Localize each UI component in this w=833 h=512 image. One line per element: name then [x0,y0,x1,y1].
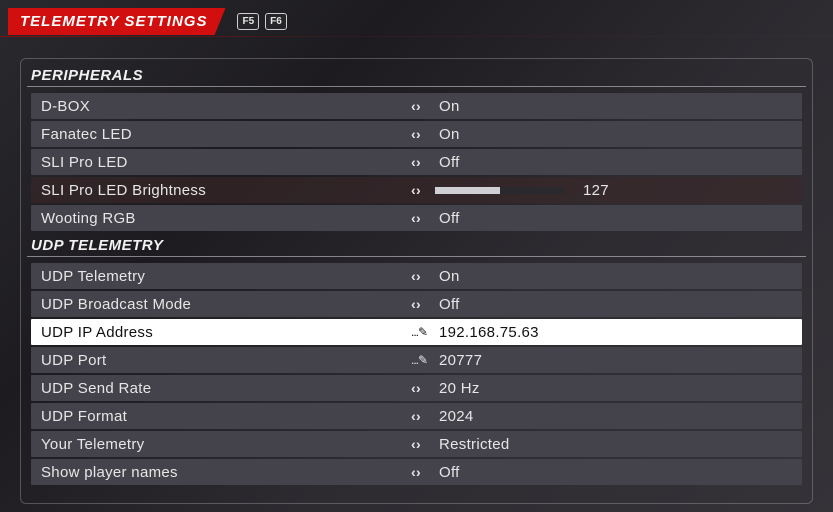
row-value: On [435,98,792,115]
row-value: Restricted [435,436,792,453]
header-keys: F5 F6 [237,13,286,30]
row-label: UDP IP Address [41,324,411,341]
row-value: On [435,126,792,143]
arrows-icon[interactable]: ‹› [411,380,435,396]
arrows-icon[interactable]: ‹› [411,408,435,424]
row-value: On [435,268,792,285]
row-sli-pro-brightness[interactable]: SLI Pro LED Brightness ‹› 127 [31,177,802,203]
row-udp-port[interactable]: UDP Port ...✎ 20777 [31,347,802,373]
row-label: SLI Pro LED Brightness [41,182,411,199]
row-label: Show player names [41,464,411,481]
section-title-peripherals: PERIPHERALS [27,67,806,87]
arrows-icon[interactable]: ‹› [411,126,435,142]
arrows-icon[interactable]: ‹› [411,182,435,198]
arrows-icon[interactable]: ‹› [411,268,435,284]
section-title-udp: UDP TELEMETRY [27,237,806,257]
row-udp-ip[interactable]: UDP IP Address ...✎ 192.168.75.63 [31,319,802,345]
row-sli-pro-led[interactable]: SLI Pro LED ‹› Off [31,149,802,175]
row-udp-format[interactable]: UDP Format ‹› 2024 [31,403,802,429]
row-label: UDP Send Rate [41,380,411,397]
row-label: D-BOX [41,98,411,115]
arrows-icon[interactable]: ‹› [411,210,435,226]
row-udp-telemetry[interactable]: UDP Telemetry ‹› On [31,263,802,289]
row-label: Fanatec LED [41,126,411,143]
slider-fill [435,187,500,194]
row-value: 2024 [435,408,792,425]
row-udp-send-rate[interactable]: UDP Send Rate ‹› 20 Hz [31,375,802,401]
slider-wrap: 127 [435,182,792,199]
row-value: 192.168.75.63 [435,324,792,341]
brightness-slider[interactable] [435,187,565,194]
row-dbox[interactable]: D-BOX ‹› On [31,93,802,119]
arrows-icon[interactable]: ‹› [411,154,435,170]
page-title: TELEMETRY SETTINGS [8,8,225,35]
row-label: UDP Format [41,408,411,425]
header-bar: TELEMETRY SETTINGS F5 F6 [8,8,287,35]
arrows-icon[interactable]: ‹› [411,436,435,452]
row-value: Off [435,464,792,481]
row-value: Off [435,210,792,227]
key-f6[interactable]: F6 [265,13,287,30]
row-label: Wooting RGB [41,210,411,227]
settings-panel: PERIPHERALS D-BOX ‹› On Fanatec LED ‹› O… [20,58,813,504]
row-label: UDP Broadcast Mode [41,296,411,313]
arrows-icon[interactable]: ‹› [411,98,435,114]
arrows-icon[interactable]: ‹› [411,296,435,312]
arrows-icon[interactable]: ‹› [411,464,435,480]
row-fanatec-led[interactable]: Fanatec LED ‹› On [31,121,802,147]
row-your-telemetry[interactable]: Your Telemetry ‹› Restricted [31,431,802,457]
row-value: Off [435,296,792,313]
row-value: 20 Hz [435,380,792,397]
key-f5[interactable]: F5 [237,13,259,30]
row-label: SLI Pro LED [41,154,411,171]
row-label: UDP Telemetry [41,268,411,285]
edit-icon[interactable]: ...✎ [411,325,435,339]
row-udp-broadcast[interactable]: UDP Broadcast Mode ‹› Off [31,291,802,317]
header-underline [0,36,833,37]
row-label: UDP Port [41,352,411,369]
row-show-player-names[interactable]: Show player names ‹› Off [31,459,802,485]
row-value: Off [435,154,792,171]
row-wooting-rgb[interactable]: Wooting RGB ‹› Off [31,205,802,231]
row-label: Your Telemetry [41,436,411,453]
row-value: 20777 [435,352,792,369]
row-value: 127 [579,182,609,199]
edit-icon[interactable]: ...✎ [411,353,435,367]
